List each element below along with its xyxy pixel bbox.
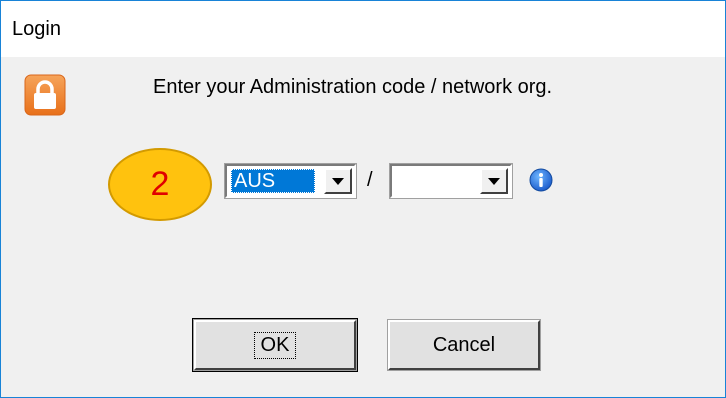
admin-code-select[interactable]: AUS [225,164,356,198]
network-org-select[interactable] [390,164,512,198]
cancel-button[interactable]: Cancel [388,320,540,370]
title-bar[interactable]: Login [1,1,725,57]
network-org-value [396,169,480,193]
step-callout: 2 [108,148,212,221]
lock-icon [24,74,66,116]
window-title: Login [12,18,61,40]
chevron-down-icon [488,177,500,185]
login-dialog: Login Enter your Administration code / n… [0,0,726,398]
code-separator: / [367,169,373,191]
ok-button[interactable]: OK [192,318,358,372]
ok-button-label: OK [253,331,297,359]
admin-code-dropdown-button[interactable] [324,168,352,194]
admin-code-value: AUS [231,169,315,193]
step-callout-number: 2 [150,165,170,203]
cancel-button-label: Cancel [432,333,496,356]
prompt-text: Enter your Administration code / network… [153,76,553,98]
info-icon[interactable] [529,168,553,192]
chevron-down-icon [332,177,344,185]
network-org-dropdown-button[interactable] [480,168,508,194]
